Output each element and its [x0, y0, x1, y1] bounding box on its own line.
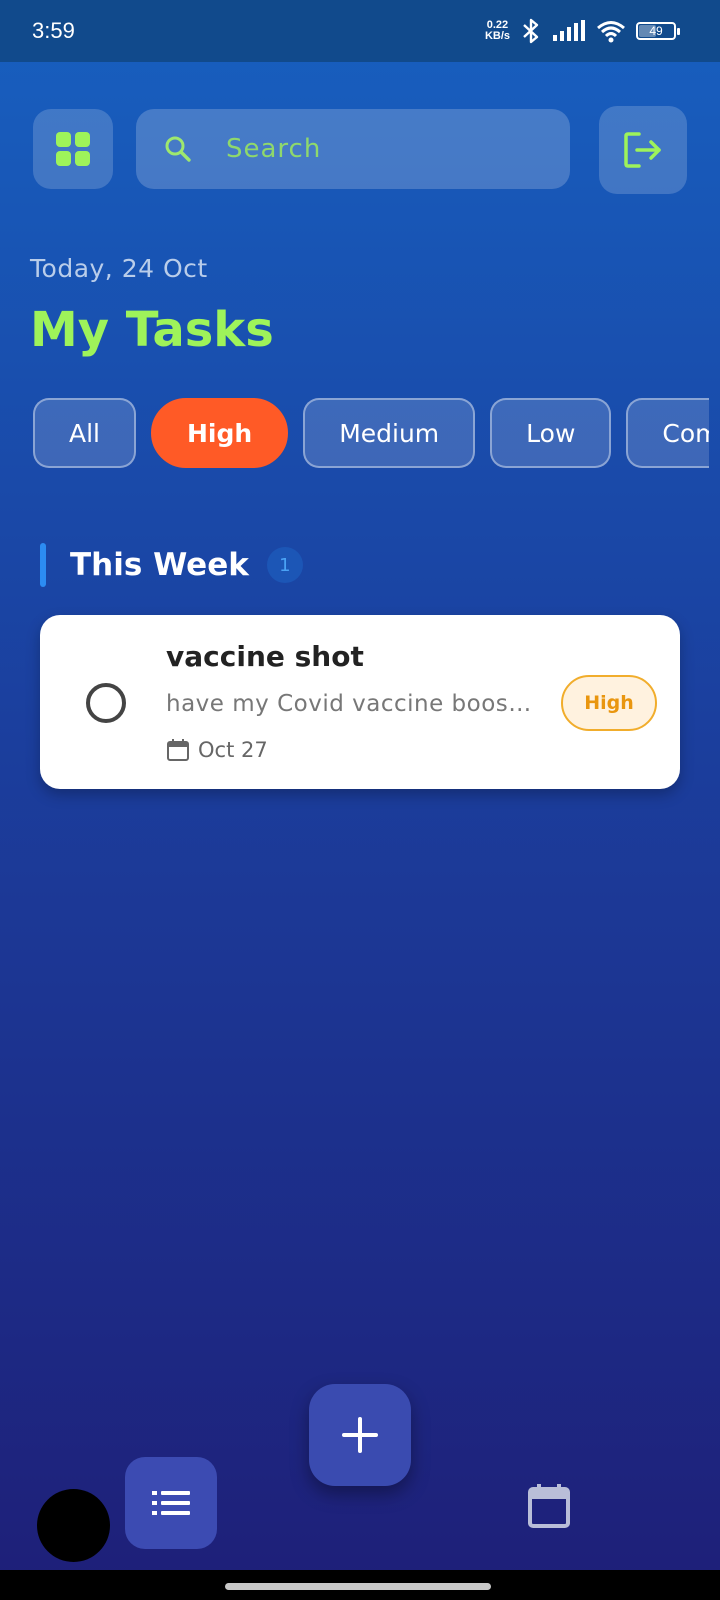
- status-bar: 3:59 0.22 KB/s 49: [0, 0, 720, 62]
- task-date-text: Oct 27: [198, 738, 268, 762]
- list-icon: [152, 1491, 190, 1515]
- filter-chip-low[interactable]: Low: [490, 398, 612, 468]
- grid-icon: [56, 132, 90, 166]
- add-task-button[interactable]: [309, 1384, 411, 1486]
- section-accent-bar: [40, 543, 46, 587]
- task-due-date: Oct 27: [166, 738, 268, 762]
- nav-list-tab[interactable]: [125, 1457, 217, 1549]
- plus-icon: [342, 1417, 378, 1453]
- filter-chip-all[interactable]: All: [33, 398, 136, 468]
- status-time: 3:59: [32, 18, 75, 43]
- calendar-icon: [167, 739, 189, 761]
- search-icon: [165, 136, 191, 162]
- today-date: Today, 24 Oct: [30, 254, 208, 283]
- task-complete-checkbox[interactable]: [86, 683, 126, 723]
- menu-grid-button[interactable]: [33, 109, 113, 189]
- task-description: have my Covid vaccine booster shot: [166, 691, 536, 717]
- wifi-icon: [597, 21, 625, 43]
- search-input[interactable]: [226, 134, 526, 164]
- nav-calendar-tab[interactable]: [520, 1477, 578, 1535]
- priority-badge: High: [561, 675, 657, 731]
- battery-indicator: 49: [636, 22, 680, 40]
- task-title: vaccine shot: [166, 640, 364, 673]
- calendar-icon: [528, 1484, 570, 1528]
- priority-filter-bar: All High Medium Low Compl: [33, 398, 709, 468]
- search-bar[interactable]: [136, 109, 570, 189]
- filter-chip-medium[interactable]: Medium: [303, 398, 476, 468]
- logout-button[interactable]: [599, 106, 687, 194]
- bluetooth-icon: [523, 18, 539, 44]
- network-speed: 0.22 KB/s: [485, 20, 510, 42]
- status-indicators: 0.22 KB/s 49: [485, 18, 680, 44]
- task-card[interactable]: vaccine shot have my Covid vaccine boost…: [40, 615, 680, 789]
- filter-chip-high[interactable]: High: [151, 398, 289, 468]
- section-title: This Week: [70, 547, 249, 583]
- top-toolbar: [33, 106, 687, 196]
- signal-icon: [553, 20, 585, 41]
- page-title: My Tasks: [30, 302, 274, 358]
- home-indicator[interactable]: [225, 1583, 491, 1590]
- section-count-badge: 1: [266, 547, 303, 583]
- battery-level: 49: [649, 24, 663, 38]
- avatar[interactable]: [37, 1489, 110, 1562]
- filter-chip-completed[interactable]: Compl: [626, 398, 709, 468]
- network-speed-unit: KB/s: [484, 30, 510, 42]
- section-header: This Week 1: [40, 543, 303, 587]
- logout-icon: [624, 132, 661, 168]
